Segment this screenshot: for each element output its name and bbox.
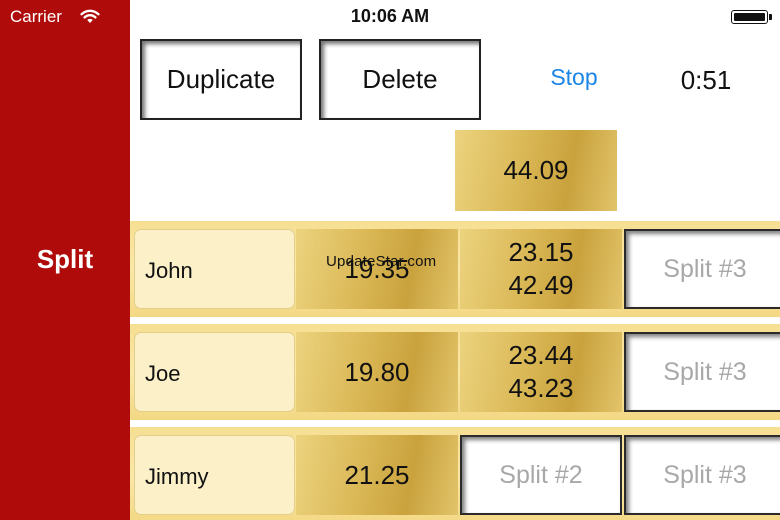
- status-bar: Carrier 10:06 AM: [0, 0, 780, 34]
- split-sidebar[interactable]: Split: [0, 0, 130, 520]
- split-3-cell[interactable]: Split #3: [624, 435, 780, 515]
- split-3-cell[interactable]: Split #3: [624, 332, 780, 412]
- split-1-value: 21.25: [344, 459, 410, 490]
- elapsed-timer: 0:51: [680, 65, 732, 95]
- runner-row: Joe 19.80 23.44 43.23 Split #3: [130, 324, 780, 420]
- wifi-icon: [80, 9, 100, 23]
- split-2-cell[interactable]: Split #2: [460, 435, 622, 515]
- runner-row: John 19.35 23.15 42.49 Split #3: [130, 221, 780, 317]
- carrier-label: Carrier: [10, 7, 62, 26]
- split-1-cell[interactable]: 19.80: [296, 332, 458, 412]
- runner-row: Jimmy 21.25 Split #2 Split #3: [130, 427, 780, 520]
- split-2-value-line-2: 42.49: [508, 270, 574, 300]
- watermark-text: UpdateStar.com: [326, 253, 437, 270]
- split-2-cell[interactable]: 23.44 43.23: [460, 332, 622, 412]
- split-2-value-line-2: 43.23: [508, 373, 574, 403]
- stop-button[interactable]: Stop: [530, 64, 618, 91]
- battery-icon: [731, 10, 772, 24]
- sidebar-split-label: Split: [36, 244, 94, 274]
- runner-name[interactable]: Joe: [134, 332, 295, 412]
- delete-button[interactable]: Delete: [319, 39, 481, 120]
- split-2-cell[interactable]: 23.15 42.49: [460, 229, 622, 309]
- split-1-cell[interactable]: 21.25: [296, 435, 458, 515]
- split-3-cell[interactable]: Split #3: [624, 229, 780, 309]
- status-time: 10:06 AM: [350, 6, 430, 26]
- total-cell[interactable]: 44.09: [455, 130, 617, 211]
- split-1-value: 19.80: [344, 356, 410, 387]
- runner-name[interactable]: Jimmy: [134, 435, 295, 515]
- split-2-value-line-1: 23.44: [508, 340, 574, 370]
- runner-name[interactable]: John: [134, 229, 295, 309]
- split-2-value-line-1: 23.15: [508, 237, 574, 267]
- duplicate-button[interactable]: Duplicate: [140, 39, 302, 120]
